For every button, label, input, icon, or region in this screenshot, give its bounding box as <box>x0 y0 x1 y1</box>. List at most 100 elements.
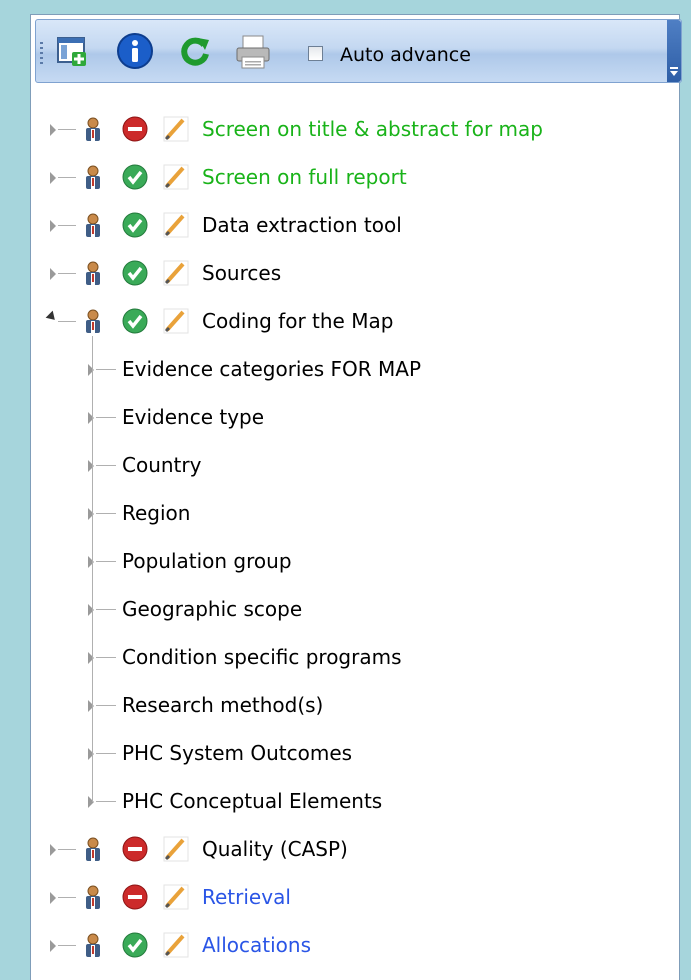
expand-arrow-icon[interactable] <box>88 412 94 424</box>
stop-status-icon <box>122 116 148 146</box>
tree-child-node[interactable]: PHC System Outcomes <box>0 734 680 774</box>
tree-node-label[interactable]: Geographic scope <box>122 596 302 622</box>
info-icon[interactable] <box>116 32 154 70</box>
tree-node-label[interactable]: Research method(s) <box>122 692 323 718</box>
tree-connector <box>58 849 76 850</box>
tree-node[interactable]: Screen on full report <box>0 158 680 198</box>
tree-child-node[interactable]: Research method(s) <box>0 686 680 726</box>
expand-arrow-icon[interactable] <box>88 508 94 520</box>
tree-connector <box>58 129 76 130</box>
tree-node[interactable]: Data extraction tool <box>0 206 680 246</box>
check-status-icon <box>122 212 148 242</box>
person-icon <box>80 212 106 244</box>
tree-connector <box>96 705 116 706</box>
edit-pencil-icon <box>162 836 190 868</box>
add-window-icon[interactable] <box>56 34 90 68</box>
tree-connector <box>58 897 76 898</box>
overflow-icon[interactable] <box>667 20 681 82</box>
edit-pencil-icon <box>162 164 190 196</box>
expand-arrow-icon[interactable] <box>88 700 94 712</box>
tree-connector <box>96 657 116 658</box>
expand-arrow-icon[interactable] <box>88 748 94 760</box>
tree-child-node[interactable]: Evidence type <box>0 398 680 438</box>
tree-child-node[interactable]: Country <box>0 446 680 486</box>
tree-connector <box>96 417 116 418</box>
tree-connector <box>96 801 116 802</box>
tree-node-label[interactable]: Retrieval <box>202 884 291 910</box>
tree-connector <box>58 225 76 226</box>
tree-connector <box>96 465 116 466</box>
expand-arrow-icon[interactable] <box>88 460 94 472</box>
tree-node-label[interactable]: Country <box>122 452 201 478</box>
tree-node[interactable]: Screen on title & abstract for map <box>0 110 680 150</box>
person-icon <box>80 836 106 868</box>
tree-node-label[interactable]: Quality (CASP) <box>202 836 348 862</box>
edit-pencil-icon <box>162 212 190 244</box>
expand-arrow-icon[interactable] <box>88 652 94 664</box>
tree-node[interactable]: Coding for the Map <box>0 302 680 342</box>
edit-pencil-icon <box>162 884 190 916</box>
toolbar-grip-icon[interactable] <box>40 42 43 64</box>
expand-arrow-icon[interactable] <box>50 124 56 136</box>
tree-node[interactable]: Sources <box>0 254 680 294</box>
edit-pencil-icon <box>162 260 190 292</box>
expand-arrow-icon[interactable] <box>50 844 56 856</box>
person-icon <box>80 116 106 148</box>
check-status-icon <box>122 164 148 194</box>
expand-arrow-icon[interactable] <box>50 892 56 904</box>
person-icon <box>80 932 106 964</box>
expand-arrow-icon[interactable] <box>50 172 56 184</box>
print-icon[interactable] <box>234 33 272 71</box>
expand-arrow-icon[interactable] <box>88 604 94 616</box>
tree-node-label[interactable]: Allocations <box>202 932 311 958</box>
tree-connector <box>96 609 116 610</box>
edit-pencil-icon <box>162 932 190 964</box>
tree-node-label[interactable]: PHC Conceptual Elements <box>122 788 382 814</box>
tree-node-label[interactable]: Evidence type <box>122 404 264 430</box>
person-icon <box>80 884 106 916</box>
expand-arrow-icon[interactable] <box>88 796 94 808</box>
tree-child-node[interactable]: Condition specific programs <box>0 638 680 678</box>
edit-pencil-icon <box>162 308 190 340</box>
tree-connector <box>96 513 116 514</box>
tree-child-node[interactable]: Region <box>0 494 680 534</box>
expand-arrow-icon[interactable] <box>88 364 94 376</box>
expand-arrow-icon[interactable] <box>50 220 56 232</box>
auto-advance-label: Auto advance <box>340 44 471 66</box>
tree-child-node[interactable]: Population group <box>0 542 680 582</box>
tree-child-node[interactable]: PHC Conceptual Elements <box>0 782 680 822</box>
expand-arrow-icon[interactable] <box>50 268 56 280</box>
person-icon <box>80 308 106 340</box>
expand-arrow-icon[interactable] <box>88 556 94 568</box>
expand-arrow-expanded-icon[interactable] <box>45 310 59 324</box>
tree-connector <box>58 177 76 178</box>
check-status-icon <box>122 260 148 290</box>
refresh-icon[interactable] <box>178 34 212 68</box>
tree-node-label[interactable]: Coding for the Map <box>202 308 393 334</box>
tree-child-node[interactable]: Geographic scope <box>0 590 680 630</box>
tree-node-label[interactable]: Data extraction tool <box>202 212 402 238</box>
tree-node-label[interactable]: Population group <box>122 548 292 574</box>
tree-node-label[interactable]: Evidence categories FOR MAP <box>122 356 421 382</box>
tree-node-label[interactable]: Screen on title & abstract for map <box>202 116 543 142</box>
check-status-icon <box>122 932 148 962</box>
tree-child-node[interactable]: Evidence categories FOR MAP <box>0 350 680 390</box>
tree-node[interactable]: Retrieval <box>0 878 680 918</box>
tree-connector <box>58 321 76 322</box>
tree-node[interactable]: Allocations <box>0 926 680 966</box>
tree-node-label[interactable]: PHC System Outcomes <box>122 740 352 766</box>
toolbar: Auto advance <box>35 19 682 83</box>
tree-connector <box>58 273 76 274</box>
person-icon <box>80 260 106 292</box>
tree-child-connector <box>92 336 93 802</box>
stop-status-icon <box>122 836 148 866</box>
person-icon <box>80 164 106 196</box>
tree-node-label[interactable]: Region <box>122 500 190 526</box>
tree-node-label[interactable]: Screen on full report <box>202 164 407 190</box>
tree-node-label[interactable]: Condition specific programs <box>122 644 402 670</box>
tree-node[interactable]: Quality (CASP) <box>0 830 680 870</box>
auto-advance-checkbox[interactable] <box>308 46 323 61</box>
stop-status-icon <box>122 884 148 914</box>
expand-arrow-icon[interactable] <box>50 940 56 952</box>
tree-node-label[interactable]: Sources <box>202 260 281 286</box>
